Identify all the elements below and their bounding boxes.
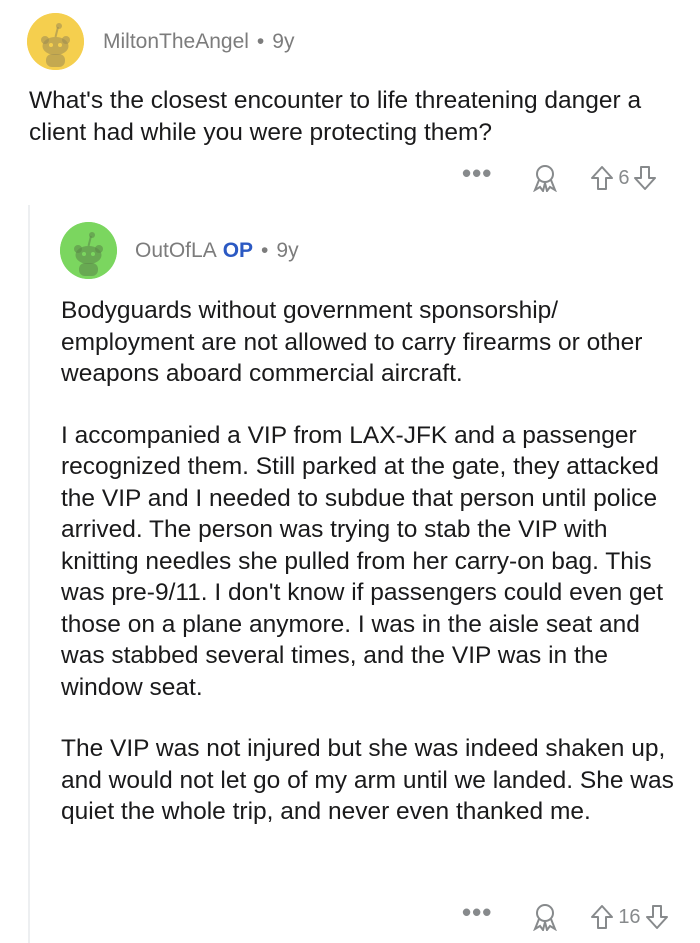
reply-comment-body: Bodyguards without government sponsorshi… bbox=[61, 295, 676, 828]
reply-award-button[interactable] bbox=[532, 903, 558, 931]
reply-username[interactable]: OutOfLA bbox=[135, 239, 217, 262]
parent-more-options-button[interactable]: ••• bbox=[462, 160, 492, 186]
parent-comment-age: 9y bbox=[272, 30, 295, 53]
parent-username[interactable]: MiltonTheAngel bbox=[103, 30, 249, 53]
snoo-avatar-icon bbox=[27, 13, 84, 70]
downvote-arrow-icon bbox=[634, 166, 657, 190]
parent-comment-body: What's the closest encounter to life thr… bbox=[29, 85, 679, 148]
upvote-arrow-icon bbox=[591, 166, 614, 190]
reply-paragraph-3: The VIP was not injured but she was inde… bbox=[61, 735, 674, 825]
parent-comment-meta: MiltonTheAngel • 9y bbox=[103, 30, 294, 54]
parent-award-button[interactable] bbox=[532, 164, 558, 192]
award-icon bbox=[533, 165, 558, 192]
parent-vote-score: 6 bbox=[618, 166, 630, 189]
snoo-avatar-icon bbox=[60, 222, 117, 279]
reply-upvote-button[interactable] bbox=[590, 904, 614, 930]
parent-upvote-button[interactable] bbox=[590, 165, 614, 191]
upvote-arrow-icon bbox=[591, 905, 614, 929]
award-icon bbox=[533, 904, 558, 931]
meta-separator: • bbox=[256, 30, 265, 53]
reply-avatar[interactable] bbox=[60, 222, 117, 279]
parent-downvote-button[interactable] bbox=[633, 165, 657, 191]
op-badge: OP bbox=[222, 239, 254, 262]
reply-comment-age: 9y bbox=[276, 239, 299, 262]
reply-more-options-button[interactable]: ••• bbox=[462, 899, 492, 925]
reply-comment-meta: OutOfLA OP • 9y bbox=[135, 239, 299, 263]
thread-line[interactable] bbox=[28, 205, 30, 943]
meta-separator: • bbox=[261, 239, 269, 262]
parent-comment-text: What's the closest encounter to life thr… bbox=[29, 87, 642, 146]
reply-paragraph-2: I accompanied a VIP from LAX-JFK and a p… bbox=[61, 421, 664, 701]
parent-comment-actions: ••• 6 bbox=[462, 160, 657, 193]
downvote-arrow-icon bbox=[645, 905, 668, 929]
reply-downvote-button[interactable] bbox=[645, 904, 669, 930]
parent-avatar[interactable] bbox=[27, 13, 84, 70]
reply-vote-score: 16 bbox=[618, 905, 641, 928]
reply-comment-actions: ••• 16 bbox=[462, 899, 669, 932]
reply-paragraph-1: Bodyguards without government sponsorshi… bbox=[61, 297, 643, 387]
